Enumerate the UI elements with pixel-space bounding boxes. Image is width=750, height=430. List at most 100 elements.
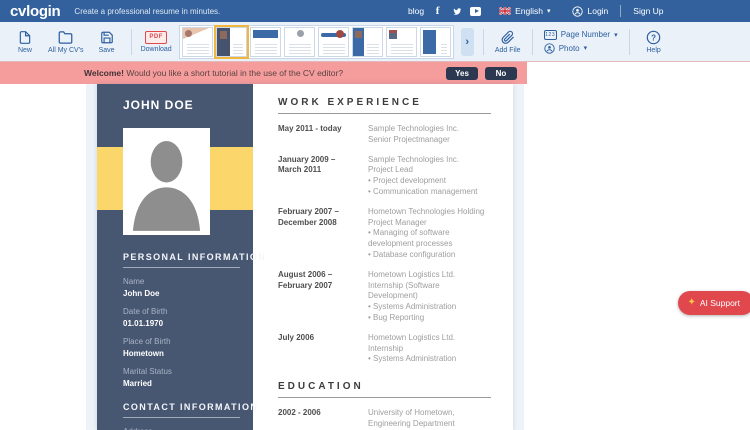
welcome-tutorial-banner: Welcome! Would you like a short tutorial… xyxy=(0,62,527,84)
template-thumbnail-1[interactable] xyxy=(181,26,213,57)
entry-line: • Systems Administration xyxy=(368,354,457,364)
new-button[interactable]: New xyxy=(10,30,40,54)
entry-line: • Communication management xyxy=(368,186,478,196)
templates-scroll-right-button[interactable]: › xyxy=(460,27,474,56)
photo-person-icon xyxy=(544,42,555,54)
editor-toolbar: New All My CV's Save PDF Download › Add … xyxy=(0,22,750,62)
entry-date: February 2007 – December 2008 xyxy=(278,206,339,227)
page-number-icon: 123 xyxy=(543,29,557,40)
work-entry-2[interactable]: January 2009 – March 2011 Sample Technol… xyxy=(278,155,491,198)
youtube-icon[interactable] xyxy=(470,6,482,17)
entry-line: Hometown Logistics Ltd. xyxy=(368,332,456,342)
divider xyxy=(628,28,630,55)
entry-date: May 2011 - today xyxy=(278,124,342,133)
field-value: Married xyxy=(123,379,152,388)
entry-line: Project Manager xyxy=(368,217,427,227)
entry-line: Sample Technologies Inc. xyxy=(368,154,460,164)
contact-information-title[interactable]: CONTACT INFORMATION xyxy=(123,402,257,418)
work-entry-3[interactable]: February 2007 – December 2008 Hometown T… xyxy=(278,207,491,261)
welcome-bold: Welcome! xyxy=(84,68,124,78)
entry-line: • Systems Administration xyxy=(368,302,457,312)
save-icon xyxy=(100,31,113,43)
blog-link[interactable]: blog xyxy=(408,6,424,16)
tutorial-no-button[interactable]: No xyxy=(485,66,517,80)
work-experience-title[interactable]: WORK EXPERIENCE xyxy=(278,97,491,114)
entry-line: • Project development xyxy=(368,176,446,186)
new-document-icon xyxy=(19,30,31,44)
page-options-group: 123 Page Number ▾ Photo ▾ xyxy=(543,29,618,54)
chevron-down-icon: ▾ xyxy=(614,31,618,39)
entry-date: August 2006 – February 2007 xyxy=(278,269,333,290)
uk-flag-icon xyxy=(499,7,512,15)
page-number-button[interactable]: 123 Page Number ▾ xyxy=(543,29,618,40)
ai-support-button[interactable]: ✦ AI Support xyxy=(678,291,750,315)
template-thumbnail-7[interactable] xyxy=(385,26,417,57)
entry-line: Hometown Technologies Holding xyxy=(368,206,485,216)
education-entry-1[interactable]: 2002 - 2006 University of Hometown, Engi… xyxy=(278,408,491,430)
entry-line: Project Lead xyxy=(368,165,413,175)
personal-field-marital[interactable]: Marital Status Married xyxy=(123,367,240,388)
template-thumbnail-2-selected[interactable] xyxy=(213,24,249,59)
top-navbar: cvlogin Create a professional resume in … xyxy=(0,0,750,22)
personal-field-name[interactable]: Name John Doe xyxy=(123,277,240,298)
field-value: Hometown xyxy=(123,349,164,358)
welcome-question: Would you like a short tutorial in the u… xyxy=(124,68,344,78)
person-silhouette-icon xyxy=(127,132,206,231)
field-label: Marital Status xyxy=(123,367,172,376)
page-left-gutter xyxy=(86,84,97,430)
work-entry-5[interactable]: July 2006 Hometown Logistics Ltd. Intern… xyxy=(278,333,491,365)
template-thumbnail-8[interactable] xyxy=(419,26,451,57)
navbar-right-group: blog f English ▾ Login Sign Up xyxy=(408,0,664,22)
divider xyxy=(531,28,533,55)
page-right-gutter xyxy=(513,84,524,430)
entry-date: July 2006 xyxy=(278,332,315,342)
language-label: English xyxy=(515,6,543,16)
language-selector[interactable]: English ▾ xyxy=(499,6,550,16)
field-label: Name xyxy=(123,277,145,286)
entry-line: Internship (Software Development) xyxy=(368,280,440,301)
chevron-down-icon: ▾ xyxy=(583,45,588,52)
facebook-icon[interactable]: f xyxy=(432,5,443,17)
user-circle-icon xyxy=(572,5,584,17)
personal-field-birthplace[interactable]: Place of Birth Hometown xyxy=(123,337,240,358)
download-button[interactable]: PDF Download xyxy=(140,30,172,53)
help-label: Help xyxy=(646,46,661,54)
field-value: 01.01.1970 xyxy=(123,319,164,328)
work-entry-1[interactable]: May 2011 - today Sample Technologies Inc… xyxy=(278,124,491,146)
work-entry-4[interactable]: August 2006 – February 2007 Hometown Log… xyxy=(278,270,491,324)
template-thumbnail-3[interactable] xyxy=(249,26,281,57)
signup-button[interactable]: Sign Up xyxy=(633,6,663,16)
logo[interactable]: cvlogin xyxy=(10,3,61,20)
divider xyxy=(130,28,132,55)
ai-support-label: AI Support xyxy=(699,298,740,308)
sidebar-info: PERSONAL INFORMATION Name John Doe Date … xyxy=(123,252,265,430)
entry-line: • Managing of software development proce… xyxy=(368,228,453,249)
personal-information-title[interactable]: PERSONAL INFORMATION xyxy=(123,252,265,268)
download-label: Download xyxy=(140,45,172,53)
login-label: Login xyxy=(587,6,609,16)
template-thumbnail-5[interactable] xyxy=(317,26,349,57)
cv-photo-placeholder[interactable] xyxy=(123,128,210,235)
education-title[interactable]: EDUCATION xyxy=(278,381,491,399)
help-button[interactable]: ? Help xyxy=(639,30,669,54)
login-button[interactable]: Login xyxy=(572,5,609,17)
personal-field-dob[interactable]: Date of Birth 01.01.1970 xyxy=(123,307,240,328)
cv-name-field[interactable]: JOHN DOE xyxy=(123,98,194,112)
all-my-cvs-button[interactable]: All My CV's xyxy=(48,30,84,54)
cv-content: WORK EXPERIENCE May 2011 - today Sample … xyxy=(253,84,513,430)
photo-button[interactable]: Photo ▾ xyxy=(544,42,618,54)
entry-line: Internship xyxy=(368,343,404,353)
template-thumbnail-4[interactable] xyxy=(283,26,315,57)
template-strip xyxy=(178,24,454,59)
tutorial-yes-button[interactable]: Yes xyxy=(446,66,478,80)
twitter-icon[interactable] xyxy=(451,6,462,17)
entry-line: University of Hometown, Engineering Depa… xyxy=(368,408,455,428)
divider xyxy=(482,28,484,55)
save-button[interactable]: Save xyxy=(92,30,122,54)
entry-date: 2002 - 2006 xyxy=(278,408,321,418)
template-thumbnail-6[interactable] xyxy=(351,26,383,57)
add-file-button[interactable]: Add File xyxy=(493,30,523,54)
pdf-icon: PDF xyxy=(145,30,168,44)
cv-page: JOHN DOE PERSONAL INFORMATION Name John … xyxy=(97,84,513,430)
tagline: Create a professional resume in minutes. xyxy=(74,6,221,16)
